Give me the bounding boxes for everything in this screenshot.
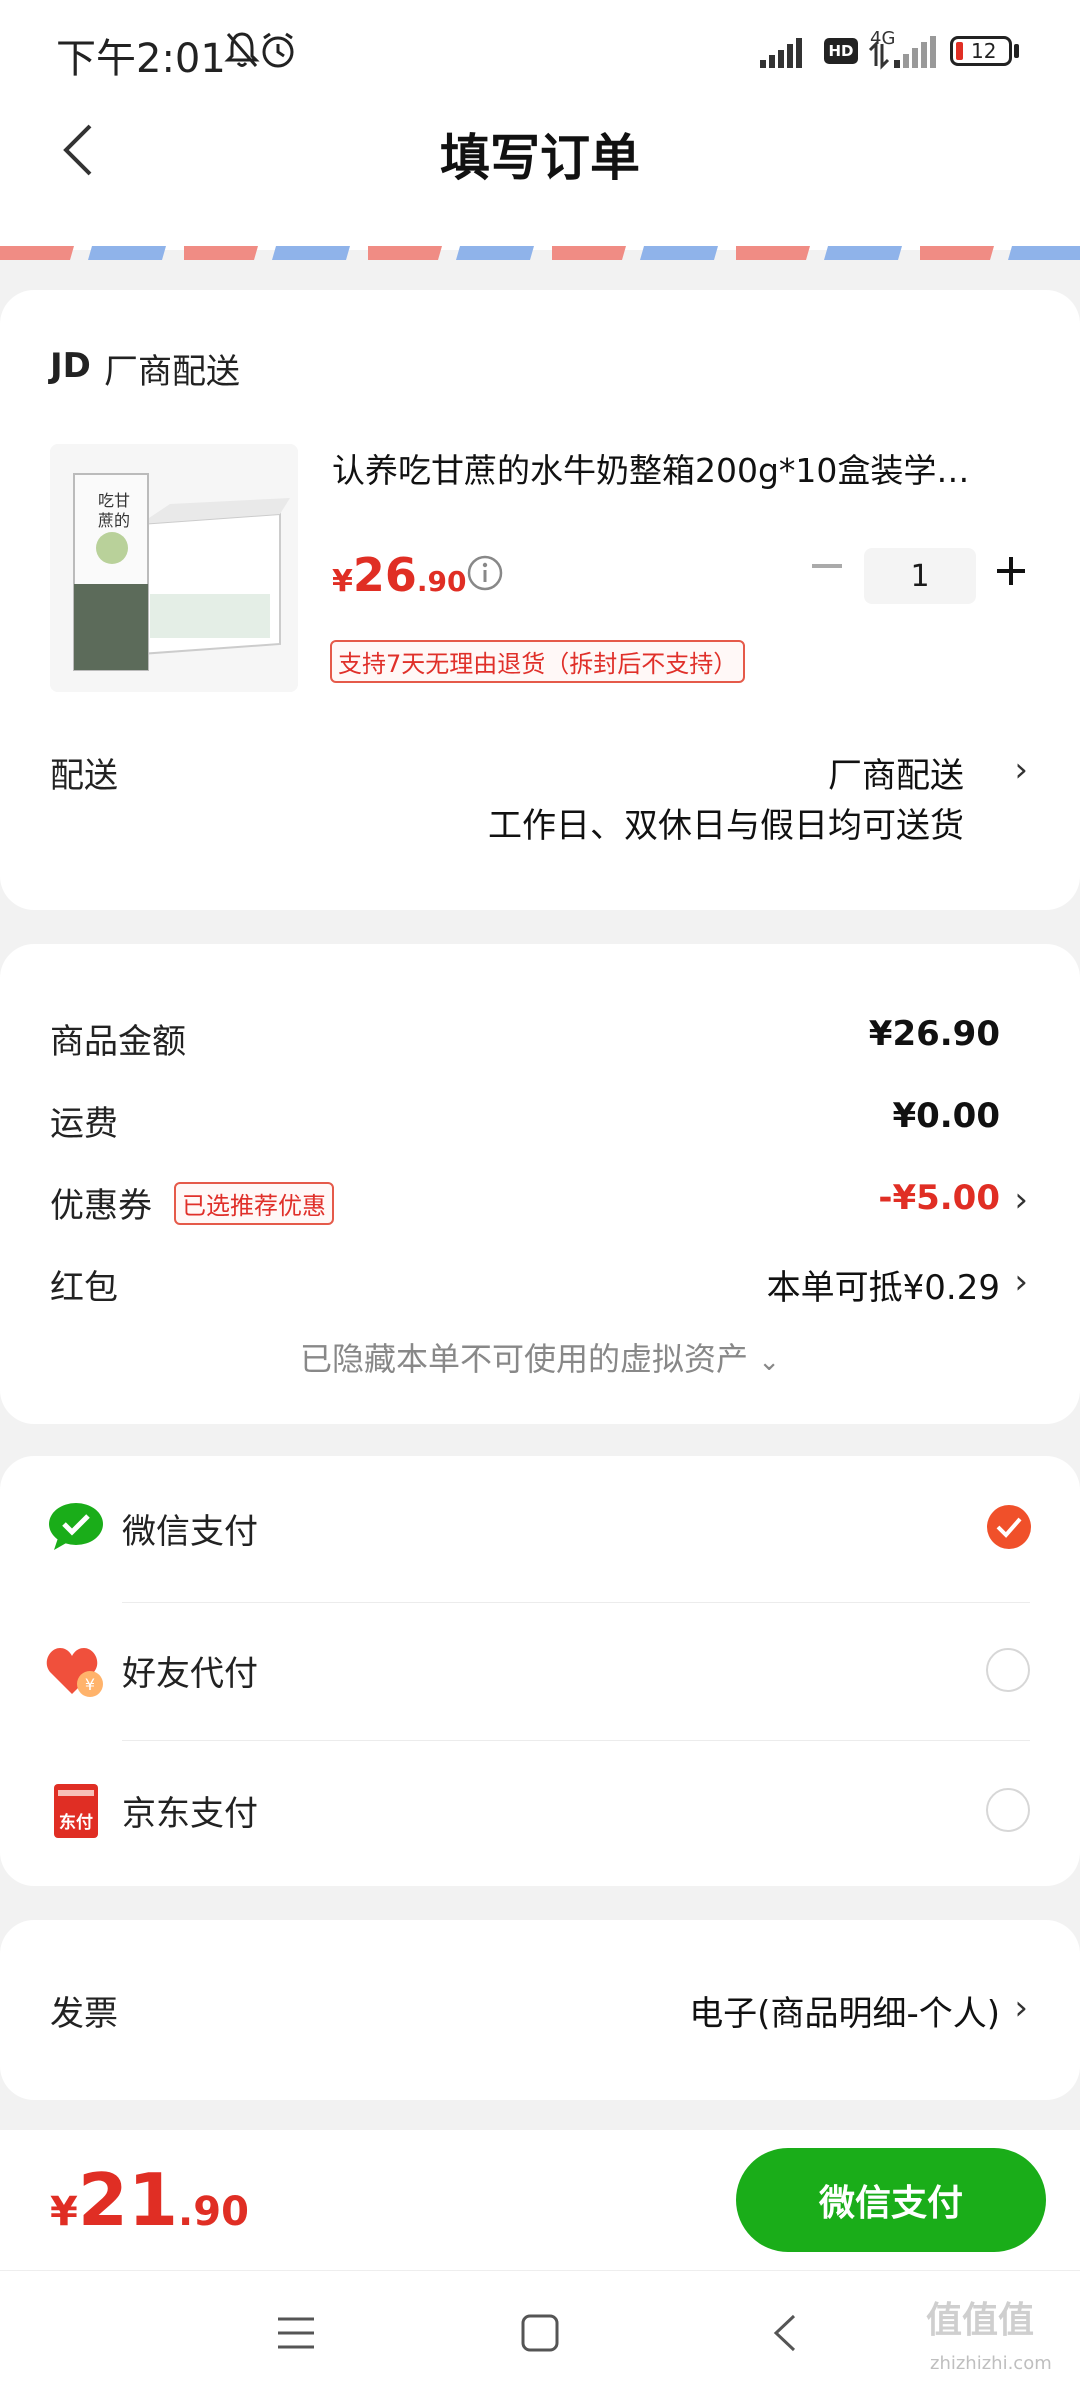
watermark-site: zhizhizhi.com [930,2353,1052,2374]
mute-bell-icon [224,32,260,67]
page-title: 填写订单 [440,129,640,187]
signal-icon [760,38,802,68]
price-symbol: ¥ [332,564,353,599]
battery-icon: 12 [950,36,1012,66]
total-symbol: ¥ [50,2189,78,2235]
total-price: ¥21.90 [50,2158,249,2242]
coupon-value[interactable]: -¥5.00 [878,1178,1000,1218]
total-integer: 21 [77,2158,179,2242]
svg-text:蔗的: 蔗的 [98,511,130,530]
hd-icon: HD [824,38,858,64]
price-summary-card: 商品金额 ¥26.90 运费 ¥0.00 优惠券 已选推荐优惠 -¥5.00 ›… [0,944,1080,1424]
payment-label: 微信支付 [122,1512,258,1552]
minus-button[interactable] [812,564,842,568]
product-image[interactable]: 吃甘 蔗的 [50,444,298,692]
return-policy-tag: 支持7天无理由退货（拆封后不支持） [330,640,746,683]
radio-unselected[interactable] [986,1648,1030,1692]
delivery-method[interactable]: 厂商配送 [828,748,964,797]
home-icon[interactable] [520,2313,560,2353]
hidden-assets-text: 已隐藏本单不可使用的虚拟资产 [300,1340,749,1378]
redpacket-chevron-icon[interactable]: › [1014,1262,1028,1302]
price-decimal: .90 [416,565,467,598]
hidden-assets-toggle[interactable]: 已隐藏本单不可使用的虚拟资产 ⌄ [0,1334,1080,1380]
checkout-bar: ¥21.90 微信支付 [0,2130,1080,2270]
battery-level: 12 [971,39,997,63]
quantity-field[interactable]: 1 [864,548,976,604]
chevron-down-icon: ⌄ [758,1347,780,1377]
info-icon[interactable] [466,554,504,592]
page-header: 填写订单 [0,100,1080,250]
price-integer: 26 [352,548,417,602]
plus-button[interactable] [994,554,1028,588]
status-bar: 下午2:01 HD 4G 12 [0,0,1080,100]
total-decimal: .90 [178,2189,249,2235]
product-card: JD 厂商配送 吃甘 蔗的 认养吃甘蔗的水牛奶整箱200g*10盒装学… ¥26… [0,290,1080,910]
product-price: ¥26.90 [332,548,467,602]
jd-logo: JD [50,346,91,386]
coupon-tag: 已选推荐优惠 [174,1182,334,1225]
coupon-label: 优惠券 [50,1186,152,1226]
wechat-pay-icon [49,1503,103,1550]
redpacket-label: 红包 [50,1268,118,1308]
payment-label: 京东支付 [122,1794,258,1834]
nav-back-icon[interactable] [770,2313,800,2353]
alarm-icon [262,32,294,68]
product-title[interactable]: 认养吃甘蔗的水牛奶整箱200g*10盒装学… [332,444,969,492]
signal-2-icon [868,36,936,70]
delivery-note: 工作日、双休日与假日均可送货 [488,806,964,846]
shipping-value: ¥0.00 [892,1096,1000,1136]
pay-button[interactable]: 微信支付 [736,2148,1046,2252]
svg-text:¥: ¥ [85,1675,95,1694]
shop-name: 厂商配送 [104,352,240,392]
radio-unselected[interactable] [986,1788,1030,1832]
milk-box-image: 吃甘 蔗的 [50,444,298,692]
goods-amount-value: ¥26.90 [868,1014,1000,1054]
payment-option-jd[interactable]: 东付 京东支付 [0,1740,1080,1880]
chevron-right-icon[interactable]: › [1014,750,1028,790]
goods-amount-label: 商品金额 [50,1022,186,1062]
invoice-label: 发票 [50,1994,118,2034]
jd-pay-icon: 东付 [54,1784,98,1838]
payment-option-friend[interactable]: ¥ 好友代付 [0,1602,1080,1740]
delivery-label: 配送 [50,756,118,796]
jd-pay-icon-text: 东付 [59,1813,93,1833]
selected-check-icon[interactable] [986,1504,1032,1550]
status-time: 下午2:01 [56,36,226,82]
svg-text:吃甘: 吃甘 [98,491,130,510]
invoice-card[interactable]: 发票 电子(商品明细-个人) › [0,1920,1080,2100]
shipping-label: 运费 [50,1104,118,1144]
system-nav-bar: 值值值 zhizhizhi.com [0,2270,1080,2401]
friend-pay-heart-icon: ¥ [46,1648,103,1697]
redpacket-value[interactable]: 本单可抵¥0.29 [767,1260,1000,1309]
watermark-logo: 值值值 [926,2300,1035,2341]
airmail-border [0,246,1080,260]
invoice-chevron-icon[interactable]: › [1014,1988,1028,2028]
coupon-chevron-icon[interactable]: › [1014,1180,1028,1220]
invoice-value[interactable]: 电子(商品明细-个人) [689,1986,1000,2035]
battery-tip [1014,44,1019,58]
payment-card: 微信支付 ¥ 好友代付 东付 京东支付 [0,1456,1080,1886]
payment-option-wechat[interactable]: 微信支付 [0,1456,1080,1594]
payment-label: 好友代付 [122,1654,258,1694]
menu-icon[interactable] [276,2315,316,2351]
